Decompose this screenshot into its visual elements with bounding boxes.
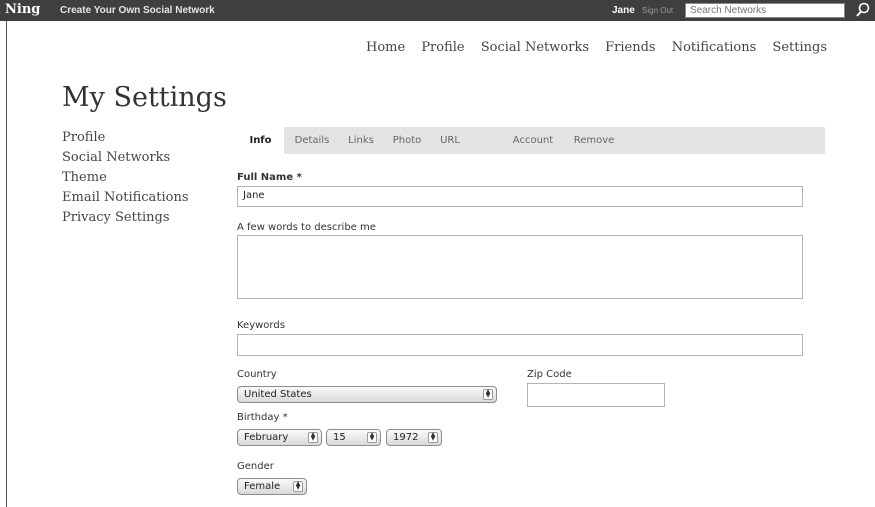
user-name-link[interactable]: Jane — [612, 5, 635, 16]
zip-code-label: Zip Code — [527, 369, 572, 380]
sign-out-link[interactable]: Sign Out — [642, 6, 673, 15]
tab-links[interactable]: Links — [340, 127, 382, 154]
birthday-day-value: 15 — [333, 432, 346, 443]
gender-select[interactable]: Female ▲ ▼ — [237, 478, 307, 495]
full-name-field[interactable]: Jane — [237, 186, 803, 207]
country-select-value: United States — [244, 389, 312, 400]
nav-notifications[interactable]: Notifications — [672, 40, 757, 55]
create-network-link[interactable]: Create Your Own Social Network — [60, 5, 215, 16]
tab-account[interactable]: Account — [501, 127, 565, 154]
top-bar: Ning Create Your Own Social Network Jane… — [0, 0, 875, 21]
country-select[interactable]: United States ▲ ▼ — [237, 386, 497, 403]
country-label: Country — [237, 369, 277, 380]
search-networks-input[interactable] — [685, 3, 845, 18]
sidebar-item-email-notifications[interactable]: Email Notifications — [62, 188, 189, 208]
zip-code-field[interactable] — [527, 383, 665, 407]
tab-details[interactable]: Details — [286, 127, 338, 154]
tab-info[interactable]: Info — [237, 127, 284, 154]
page-title: My Settings — [62, 82, 227, 113]
describe-label: A few words to describe me — [237, 222, 376, 233]
birthday-label: Birthday * — [237, 412, 288, 423]
nav-profile[interactable]: Profile — [421, 40, 464, 55]
ning-logo[interactable]: Ning — [5, 2, 40, 17]
select-arrows-icon: ▲ ▼ — [308, 432, 318, 443]
select-arrows-icon: ▲ ▼ — [367, 432, 377, 443]
birthday-month-select[interactable]: February ▲ ▼ — [237, 429, 322, 446]
keywords-label: Keywords — [237, 320, 285, 331]
birthday-year-value: 1972 — [393, 432, 419, 443]
gender-value: Female — [244, 481, 281, 492]
settings-tabs: Info Details Links Photo URL Account Rem… — [237, 127, 825, 154]
birthday-year-select[interactable]: 1972 ▲ ▼ — [386, 429, 442, 446]
settings-sidebar: Profile Social Networks Theme Email Noti… — [62, 128, 189, 228]
select-arrows-icon: ▲ ▼ — [483, 389, 493, 400]
describe-textarea[interactable] — [237, 235, 803, 299]
tab-photo[interactable]: Photo — [384, 127, 430, 154]
sidebar-item-profile[interactable]: Profile — [62, 128, 189, 148]
nav-home[interactable]: Home — [366, 40, 405, 55]
sidebar-item-privacy-settings[interactable]: Privacy Settings — [62, 208, 189, 228]
page-border — [6, 21, 7, 507]
tab-remove[interactable]: Remove — [567, 127, 621, 154]
gender-label: Gender — [237, 461, 274, 472]
nav-social-networks[interactable]: Social Networks — [481, 40, 589, 55]
nav-settings[interactable]: Settings — [772, 40, 827, 55]
main-nav: Home Profile Social Networks Friends Not… — [354, 40, 827, 55]
keywords-field[interactable] — [237, 334, 803, 356]
sidebar-item-theme[interactable]: Theme — [62, 168, 189, 188]
select-arrows-icon: ▲ ▼ — [293, 481, 303, 492]
sidebar-item-social-networks[interactable]: Social Networks — [62, 148, 189, 168]
birthday-month-value: February — [244, 432, 289, 443]
full-name-label: Full Name * — [237, 172, 302, 183]
nav-friends[interactable]: Friends — [605, 40, 655, 55]
tab-url[interactable]: URL — [432, 127, 468, 154]
search-icon[interactable] — [855, 2, 871, 18]
select-arrows-icon: ▲ ▼ — [428, 432, 438, 443]
birthday-day-select[interactable]: 15 ▲ ▼ — [326, 429, 381, 446]
